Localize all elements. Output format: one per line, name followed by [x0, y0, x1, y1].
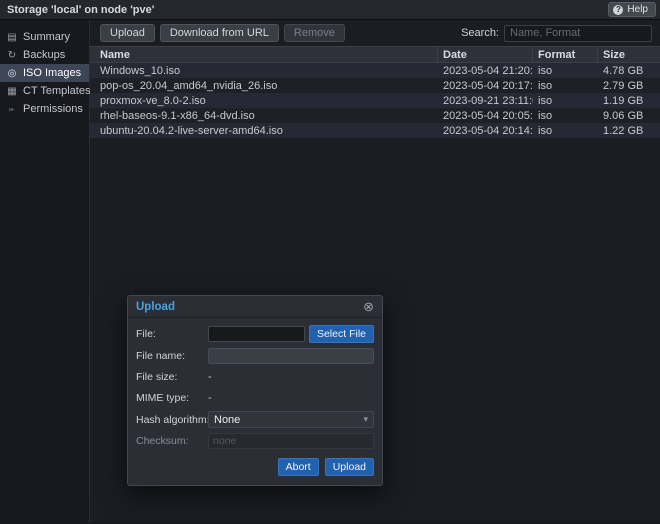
toolbar: Upload Download from URL Remove Search:	[90, 20, 660, 46]
remove-button[interactable]: Remove	[283, 24, 345, 42]
upload-submit-button[interactable]: Upload	[324, 458, 374, 476]
sidebar: ▤ Summary ↻ Backups ◎ ISO Images ▦ CT Te…	[0, 20, 90, 523]
help-icon: ?	[613, 4, 624, 15]
mime-type-label: MIME type:	[136, 392, 190, 404]
file-size-value: -	[208, 371, 212, 383]
cell-size: 2.79 GB	[603, 79, 644, 92]
table-header: Name Date Format Size	[90, 46, 660, 63]
sidebar-item-label: Backups	[23, 49, 66, 61]
cell-format: iso	[538, 109, 553, 122]
help-button[interactable]: ? Help	[608, 2, 656, 17]
column-header-date[interactable]: Date	[438, 47, 533, 62]
sidebar-item-ct-templates[interactable]: ▦ CT Templates	[0, 82, 91, 100]
cell-date: 2023-05-04 20:14:09	[443, 124, 533, 137]
checksum-label: Checksum:	[136, 435, 189, 447]
mime-type-value: -	[208, 392, 212, 404]
hash-algorithm-label: Hash algorithm:	[136, 413, 210, 426]
cell-size: 1.22 GB	[603, 124, 644, 137]
sidebar-item-backups[interactable]: ↻ Backups	[0, 46, 89, 64]
upload-dialog-footer: Abort Upload	[128, 453, 382, 485]
page-title: Storage 'local' on node 'pve'	[7, 3, 155, 16]
cell-format: iso	[538, 94, 553, 107]
cell-date: 2023-05-04 21:20:57	[443, 64, 533, 77]
cell-size: 9.06 GB	[603, 109, 644, 122]
column-header-format[interactable]: Format	[533, 47, 598, 62]
table-row[interactable]: pop-os_20.04_amd64_nvidia_26.iso 2023-05…	[90, 78, 660, 93]
select-file-button[interactable]: Select File	[308, 325, 374, 343]
cell-size: 1.19 GB	[603, 94, 644, 107]
upload-button[interactable]: Upload	[100, 24, 155, 42]
sidebar-item-summary[interactable]: ▤ Summary	[0, 28, 89, 46]
iso-table: Windows_10.iso 2023-05-04 21:20:57 iso 4…	[90, 63, 660, 138]
upload-dialog: Upload ⊗ File: Select File File name: Fi…	[127, 295, 383, 486]
sidebar-item-label: Permissions	[23, 103, 83, 115]
summary-icon: ▤	[7, 31, 17, 43]
cell-name: pop-os_20.04_amd64_nvidia_26.iso	[100, 79, 278, 92]
cell-date: 2023-05-04 20:05:59	[443, 109, 533, 122]
cell-name: Windows_10.iso	[100, 64, 181, 77]
hash-algorithm-select[interactable]: None ▾	[208, 411, 374, 428]
cell-name: ubuntu-20.04.2-live-server-amd64.iso	[100, 124, 283, 137]
checksum-input	[208, 433, 374, 449]
cell-format: iso	[538, 79, 553, 92]
cell-size: 4.78 GB	[603, 64, 644, 77]
sidebar-item-label: ISO Images	[23, 67, 82, 79]
help-label: Help	[627, 4, 648, 15]
sidebar-item-iso-images[interactable]: ◎ ISO Images	[0, 64, 89, 82]
table-row[interactable]: Windows_10.iso 2023-05-04 21:20:57 iso 4…	[90, 63, 660, 78]
sidebar-item-permissions[interactable]: ♀ Permissions	[0, 100, 89, 118]
cell-format: iso	[538, 124, 553, 137]
upload-dialog-header: Upload ⊗	[128, 296, 382, 318]
dialog-title: Upload	[136, 300, 175, 313]
table-row[interactable]: rhel-baseos-9.1-x86_64-dvd.iso 2023-05-0…	[90, 108, 660, 123]
chevron-down-icon: ▾	[363, 414, 368, 424]
file-size-label: File size:	[136, 371, 178, 383]
file-name-input[interactable]	[208, 348, 374, 364]
upload-dialog-body: File: Select File File name: File size: …	[128, 318, 382, 453]
column-header-name[interactable]: Name	[90, 47, 438, 62]
sidebar-item-label: Summary	[23, 31, 71, 43]
abort-button[interactable]: Abort	[277, 458, 319, 476]
cell-name: rhel-baseos-9.1-x86_64-dvd.iso	[100, 109, 255, 122]
ct-templates-icon: ▦	[7, 85, 17, 97]
download-from-url-button[interactable]: Download from URL	[159, 24, 279, 42]
file-path-input[interactable]	[208, 326, 305, 342]
table-row[interactable]: ubuntu-20.04.2-live-server-amd64.iso 202…	[90, 123, 660, 138]
file-label: File:	[136, 328, 156, 340]
search-input[interactable]	[504, 24, 652, 42]
sidebar-item-label: CT Templates	[23, 85, 91, 97]
close-icon[interactable]: ⊗	[363, 300, 374, 313]
cell-format: iso	[538, 64, 553, 77]
iso-images-icon: ◎	[7, 67, 17, 79]
hash-algorithm-value: None	[214, 413, 241, 426]
cell-date: 2023-05-04 20:17:35	[443, 79, 533, 92]
cell-date: 2023-09-21 23:11:06	[443, 94, 533, 107]
key-icon: ♀	[6, 105, 18, 113]
window-header: Storage 'local' on node 'pve' ? Help	[0, 0, 660, 20]
cell-name: proxmox-ve_8.0-2.iso	[100, 94, 206, 107]
table-row[interactable]: proxmox-ve_8.0-2.iso 2023-09-21 23:11:06…	[90, 93, 660, 108]
backups-icon: ↻	[7, 49, 17, 61]
search-label: Search:	[461, 27, 499, 39]
column-header-size[interactable]: Size	[598, 47, 660, 62]
file-name-label: File name:	[136, 350, 186, 362]
